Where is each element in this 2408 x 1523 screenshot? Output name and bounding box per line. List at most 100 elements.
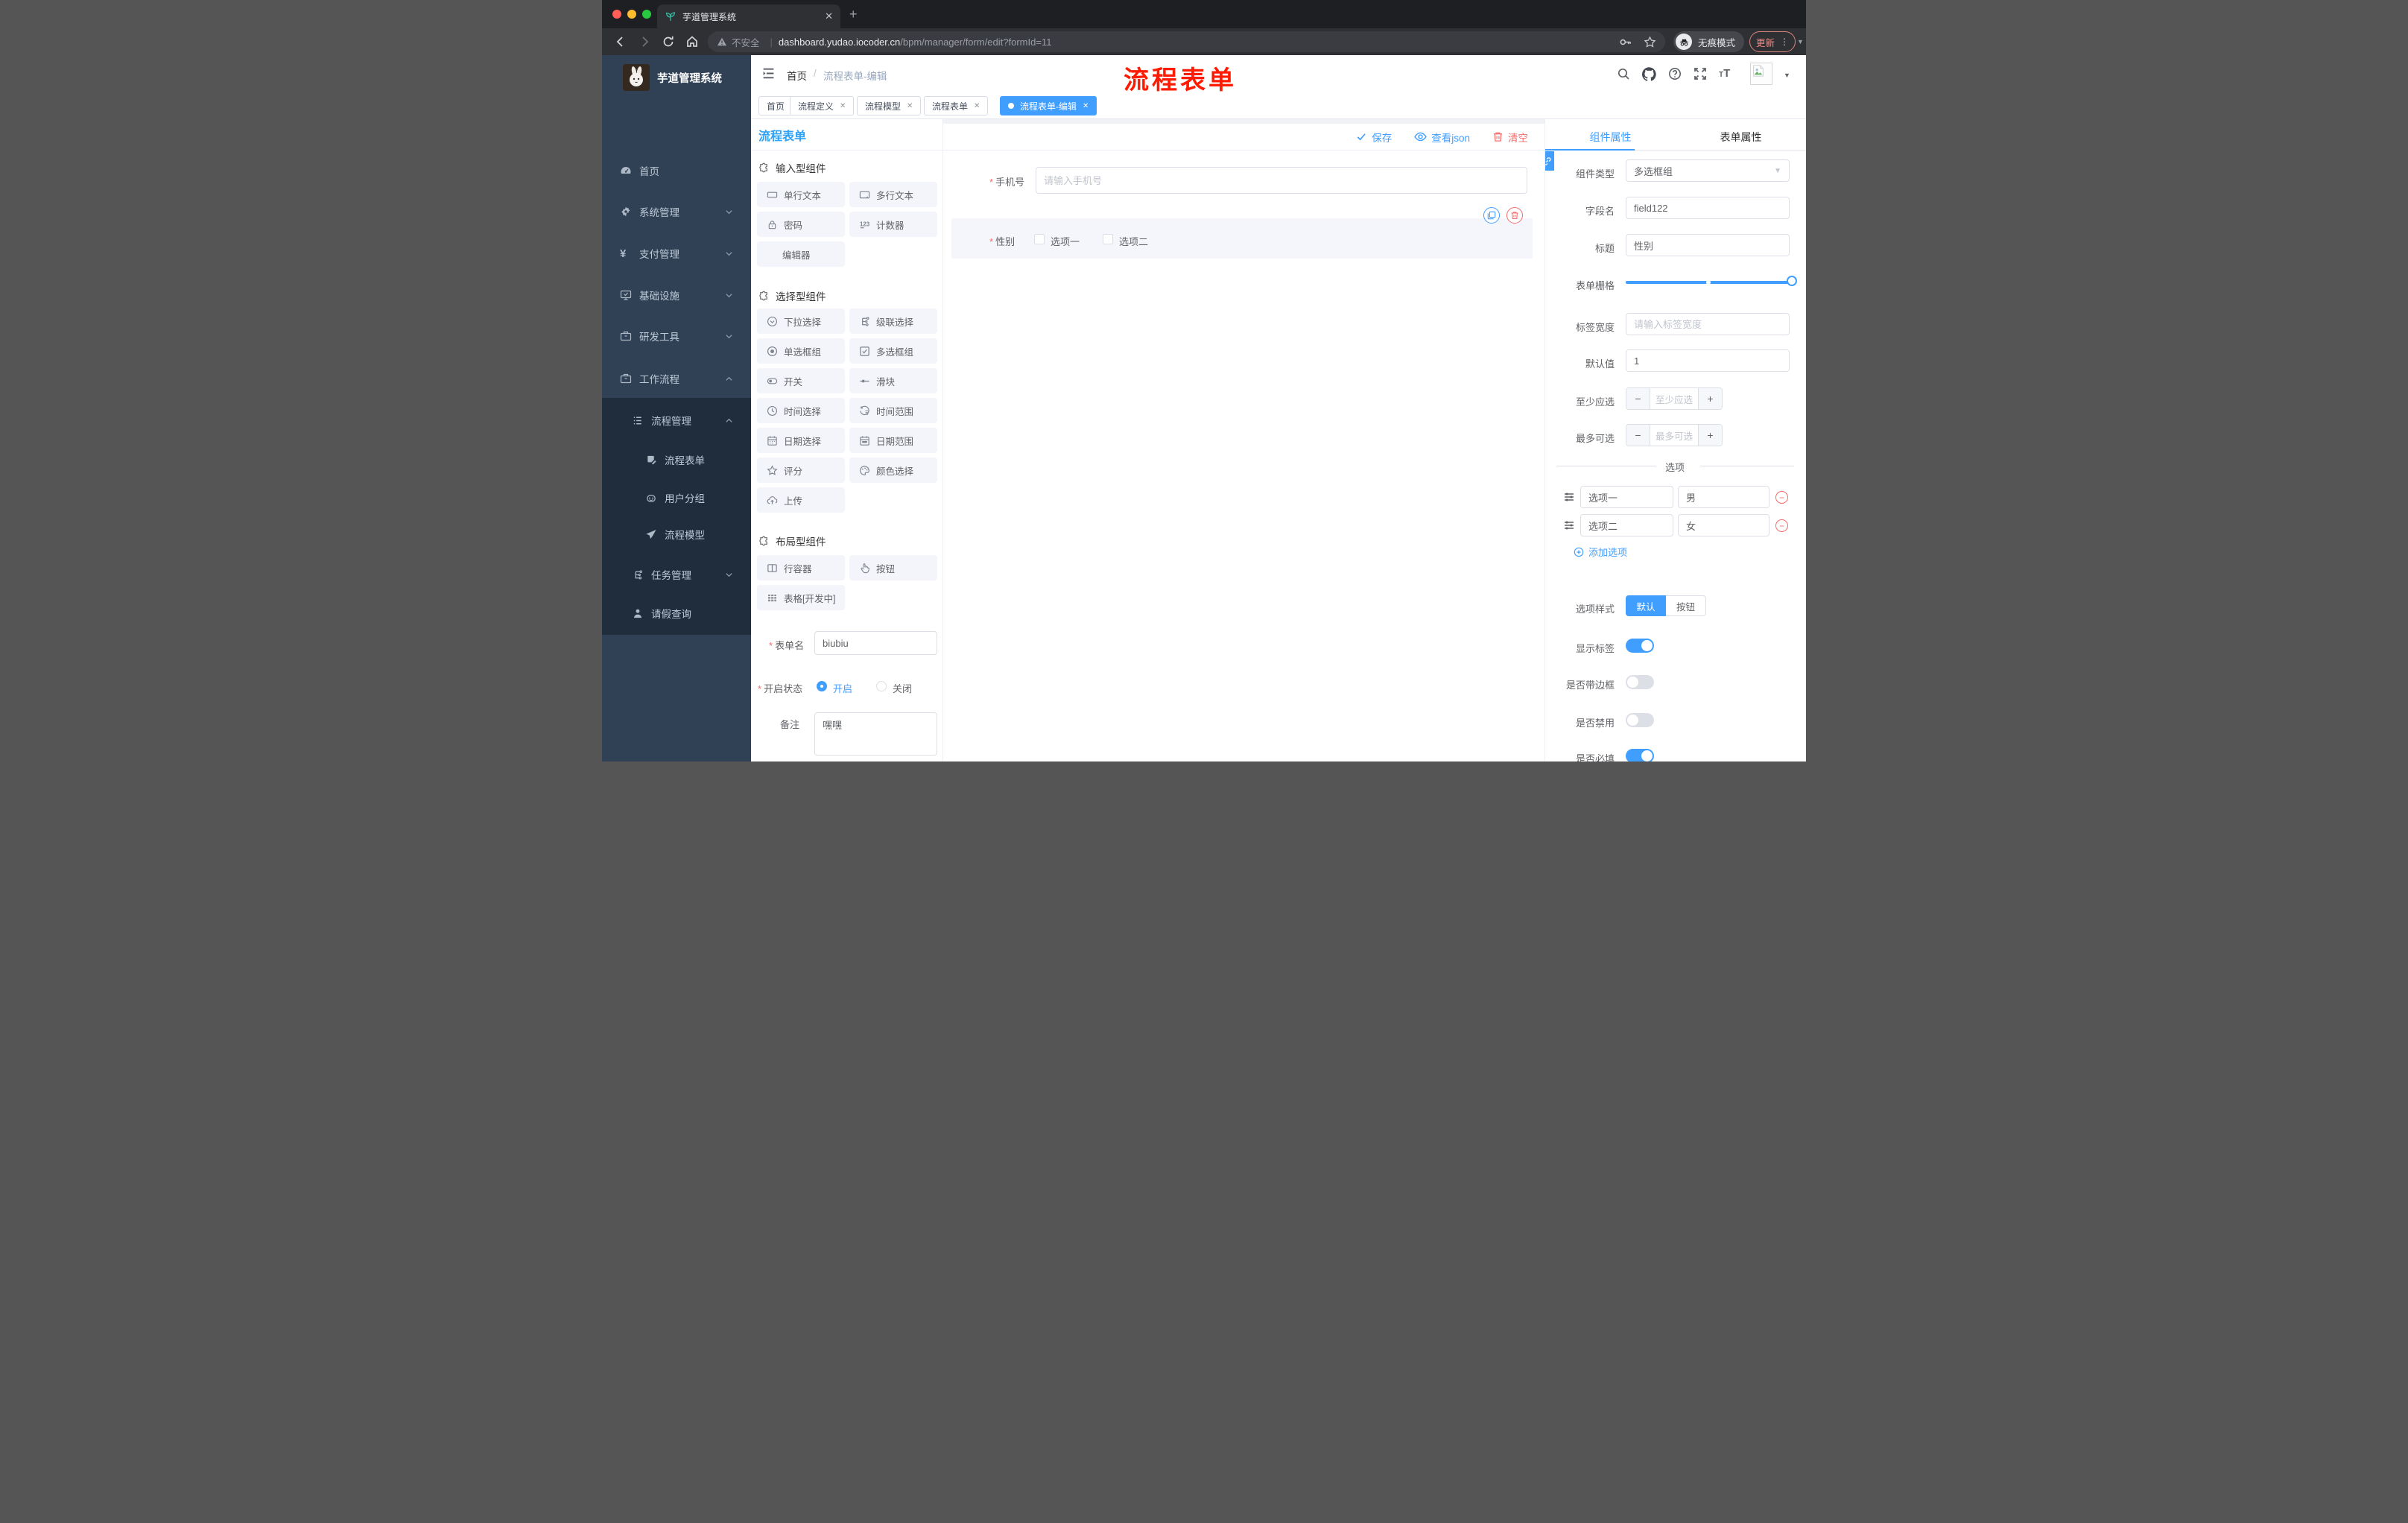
palette-item-time-range[interactable]: 时间范围	[849, 398, 937, 423]
palette-item-switch[interactable]: 开关	[757, 368, 845, 393]
avatar[interactable]	[1750, 63, 1772, 85]
palette-item-time-picker[interactable]: 时间选择	[757, 398, 845, 423]
sidebar-collapse-icon[interactable]	[761, 66, 776, 80]
option-drag-handle[interactable]	[1563, 491, 1575, 503]
sidebar-item-user-group[interactable]: 用户分组	[602, 483, 751, 513]
search-icon[interactable]	[1617, 67, 1630, 80]
view-tab-process-form-edit[interactable]: 流程表单-编辑 ✕	[1000, 96, 1097, 115]
palette-item-rate[interactable]: 评分	[757, 457, 845, 483]
palette-item-multi-text[interactable]: 多行文本	[849, 182, 937, 207]
sidebar-item-task-management[interactable]: 任务管理	[602, 560, 751, 589]
remark-textarea[interactable]: 嘿嘿	[814, 712, 937, 756]
browser-tab[interactable]: 芋道管理系统 ✕	[657, 4, 840, 28]
avatar-caret-icon[interactable]: ▼	[1784, 72, 1790, 79]
sidebar-item-infrastructure[interactable]: 基础设施	[602, 280, 751, 310]
tab-close-icon[interactable]: ✕	[1083, 102, 1089, 110]
palette-item-select[interactable]: 下拉选择	[757, 308, 845, 334]
gender-option1-label[interactable]: 选项一	[1051, 234, 1080, 248]
gender-option1-checkbox[interactable]	[1034, 234, 1045, 244]
tab-component-props[interactable]: 组件属性	[1545, 124, 1676, 150]
option2-value-input[interactable]	[1678, 514, 1769, 536]
stepper-minus-button[interactable]: −	[1626, 388, 1650, 409]
profile-caret-icon[interactable]: ▼	[1797, 38, 1804, 45]
browser-menu-icon[interactable]: ⋮	[1780, 37, 1789, 47]
sidebar-item-process-management[interactable]: 流程管理	[602, 405, 751, 435]
palette-item-table[interactable]: 表格[开发中]	[757, 585, 845, 610]
view-tab-process-model[interactable]: 流程模型 ✕	[857, 96, 922, 115]
sidebar-item-devtools[interactable]: 研发工具	[602, 321, 751, 351]
palette-item-color-picker[interactable]: 颜色选择	[849, 457, 937, 483]
stepper-plus-button[interactable]: +	[1699, 388, 1722, 409]
with-border-toggle[interactable]	[1626, 675, 1654, 689]
window-close-button[interactable]	[612, 10, 621, 19]
status-off-label[interactable]: 关闭	[893, 681, 912, 695]
stepper-plus-button[interactable]: +	[1699, 425, 1722, 446]
option-drag-handle[interactable]	[1563, 519, 1575, 531]
palette-item-slider[interactable]: 滑块	[849, 368, 937, 393]
home-icon[interactable]	[685, 35, 699, 48]
sidebar-item-payment[interactable]: ¥ 支付管理	[602, 238, 751, 268]
view-tab-process-definition[interactable]: 流程定义 ✕	[790, 96, 855, 115]
gender-option2-checkbox[interactable]	[1103, 234, 1113, 244]
stepper-minus-button[interactable]: −	[1626, 425, 1650, 446]
palette-item-cascader[interactable]: 级联选择	[849, 308, 937, 334]
tab-close-icon[interactable]: ✕	[974, 102, 980, 110]
sidebar-item-system[interactable]: 系统管理	[602, 197, 751, 227]
title-input[interactable]	[1626, 234, 1790, 256]
tab-close-icon[interactable]: ✕	[840, 102, 846, 110]
palette-item-upload[interactable]: 上传	[757, 487, 845, 513]
github-icon[interactable]	[1642, 67, 1656, 81]
palette-item-row-container[interactable]: 行容器	[757, 555, 845, 580]
save-button[interactable]: 保存	[1356, 130, 1392, 145]
view-tab-process-form[interactable]: 流程表单 ✕	[924, 96, 989, 115]
clear-button[interactable]: 清空	[1492, 130, 1528, 145]
palette-item-date-range[interactable]: 日期范围	[849, 428, 937, 453]
reload-icon[interactable]	[662, 35, 675, 48]
browser-update-button[interactable]: 更新 ⋮	[1749, 31, 1796, 52]
back-icon[interactable]	[614, 35, 627, 48]
tab-close-icon[interactable]: ✕	[825, 10, 833, 22]
new-tab-button[interactable]: +	[849, 7, 858, 22]
window-minimize-button[interactable]	[627, 10, 636, 19]
breadcrumb-home[interactable]: 首页	[787, 68, 807, 83]
show-label-toggle[interactable]	[1626, 639, 1654, 653]
forward-icon[interactable]	[638, 35, 651, 48]
palette-item-password[interactable]: 密码	[757, 212, 845, 237]
delete-component-button[interactable]	[1506, 207, 1523, 224]
palette-item-checkbox-group[interactable]: 多选框组	[849, 338, 937, 364]
add-option-button[interactable]: 添加选项	[1574, 545, 1627, 559]
sidebar-item-process-form[interactable]: 流程表单	[602, 445, 751, 475]
tab-close-icon[interactable]: ✕	[907, 102, 913, 110]
copy-component-button[interactable]	[1483, 207, 1500, 224]
window-zoom-button[interactable]	[642, 10, 651, 19]
palette-item-button[interactable]: 按钮	[849, 555, 937, 580]
status-on-label[interactable]: 开启	[833, 681, 852, 695]
option1-value-input[interactable]	[1678, 486, 1769, 508]
palette-item-radio-group[interactable]: 单选框组	[757, 338, 845, 364]
view-tab-home[interactable]: 首页	[758, 96, 793, 115]
field-name-input[interactable]	[1626, 197, 1790, 219]
form-name-input[interactable]	[814, 631, 937, 655]
view-json-button[interactable]: 查看json	[1414, 130, 1470, 145]
selected-component-gender[interactable]: * 性别 选项一 选项二	[951, 218, 1533, 259]
fullscreen-icon[interactable]	[1693, 67, 1707, 80]
default-value-input[interactable]	[1626, 349, 1790, 372]
font-size-icon[interactable]: TT	[1719, 67, 1730, 80]
password-key-icon[interactable]	[1619, 36, 1632, 48]
gender-option2-label[interactable]: 选项二	[1119, 234, 1148, 248]
form-canvas[interactable]: *手机号 *性别 选项一 选项二	[943, 151, 1544, 762]
tab-form-props[interactable]: 表单属性	[1676, 124, 1806, 150]
palette-item-single-text[interactable]: 单行文本	[757, 182, 845, 207]
comp-type-select[interactable]: 多选框组 ▼	[1626, 159, 1790, 182]
sidebar-item-home[interactable]: 首页	[602, 156, 751, 186]
status-on-radio[interactable]	[817, 681, 827, 691]
palette-item-editor[interactable]: 编辑器	[757, 241, 845, 267]
disabled-toggle[interactable]	[1626, 713, 1654, 727]
status-off-radio[interactable]	[876, 681, 887, 691]
required-toggle[interactable]	[1626, 749, 1654, 762]
min-select-input[interactable]: 至少应选	[1650, 388, 1699, 409]
bookmark-star-icon[interactable]	[1644, 36, 1656, 48]
slider-handle[interactable]	[1787, 276, 1797, 286]
max-select-input[interactable]: 最多可选	[1650, 425, 1699, 446]
address-bar[interactable]: 不安全 | dashboard.yudao.iocoder.cn/bpm/man…	[708, 31, 1665, 52]
